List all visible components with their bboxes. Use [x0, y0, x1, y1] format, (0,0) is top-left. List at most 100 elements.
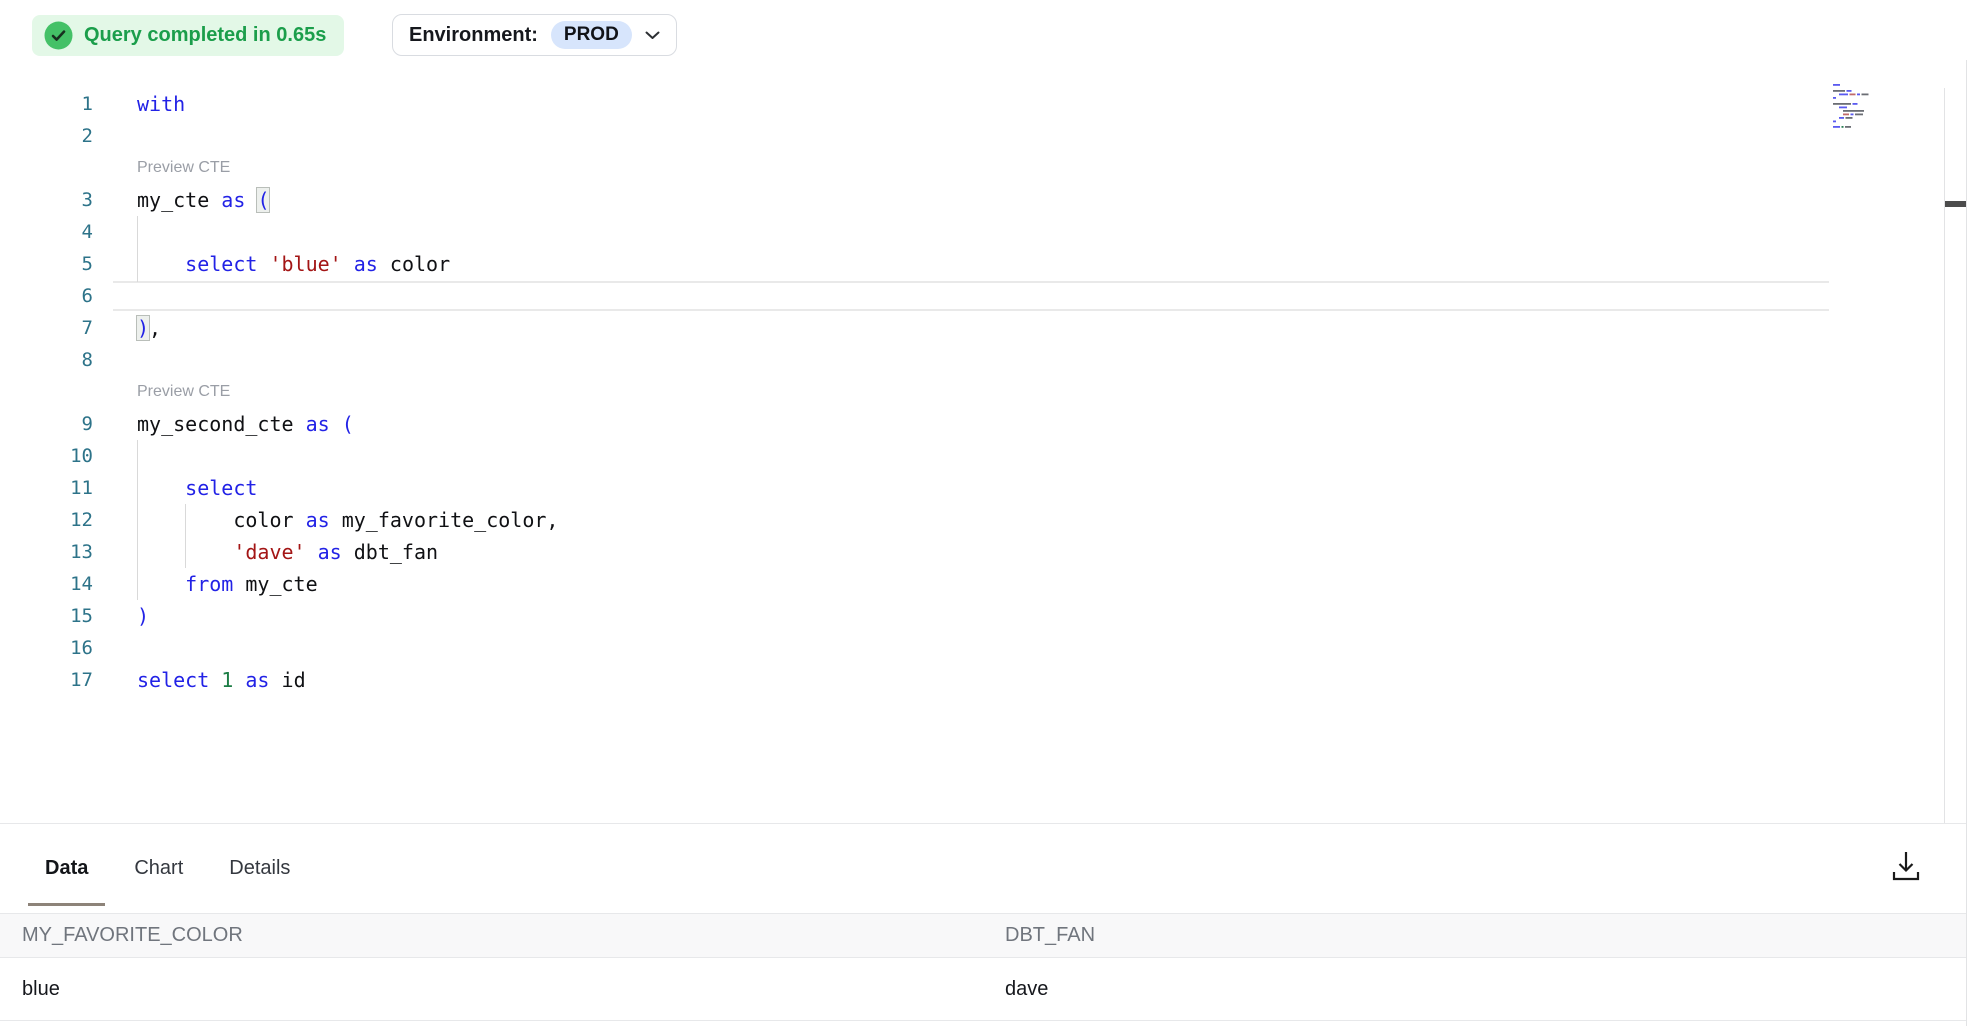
line-number: 5 [0, 248, 93, 280]
code-line[interactable]: 1 with [0, 88, 1944, 120]
results-tabs: Data Chart Details [0, 824, 1966, 913]
code-token: id [269, 668, 305, 692]
line-number: 7 [0, 312, 93, 344]
code-token: my_cte [137, 188, 221, 212]
code-editor[interactable]: 1with2Preview CTE3my_cte as (45 select '… [0, 88, 1944, 696]
status-text: Query completed in 0.65s [84, 24, 326, 47]
preview-cte-button[interactable]: Preview CTE [137, 152, 230, 184]
code-line[interactable]: 4 [0, 216, 1944, 248]
code-token: 'dave' [233, 540, 305, 564]
line-number: 14 [0, 568, 93, 600]
code-line-text: ) [137, 600, 149, 632]
tab-details[interactable]: Details [229, 857, 290, 880]
download-button[interactable] [1886, 846, 1926, 886]
code-line[interactable]: 14 from my_cte [0, 568, 1944, 600]
code-line[interactable]: 5 select 'blue' as color [0, 248, 1944, 280]
code-token [257, 252, 269, 276]
preview-cte-row[interactable]: Preview CTE [0, 152, 1944, 184]
line-number: 16 [0, 632, 93, 664]
code-token [137, 252, 185, 276]
line-number: 17 [0, 664, 93, 696]
line-number: 9 [0, 408, 93, 440]
code-token: my_second_cte [137, 412, 306, 436]
code-token [245, 188, 257, 212]
code-token: 1 [221, 668, 233, 692]
minimap[interactable] [1833, 84, 1879, 128]
cell-my-favorite-color: blue [0, 978, 983, 1001]
code-token: , [149, 316, 161, 340]
line-number: 1 [0, 88, 93, 120]
code-line[interactable]: 7), [0, 312, 1944, 344]
code-token: dbt_fan [342, 540, 438, 564]
line-number: 13 [0, 536, 93, 568]
code-token [209, 668, 221, 692]
column-header-dbt-fan: DBT_FAN [983, 924, 1966, 947]
tab-chart[interactable]: Chart [134, 857, 183, 880]
column-header-my-favorite-color: MY_FAVORITE_COLOR [0, 924, 983, 947]
code-line[interactable]: 8 [0, 344, 1944, 376]
results-header-row: MY_FAVORITE_COLOR DBT_FAN [0, 914, 1966, 958]
code-token [342, 252, 354, 276]
code-line[interactable]: 16 [0, 632, 1944, 664]
scrollbar-thumb[interactable] [1945, 201, 1966, 207]
code-token: ) [137, 604, 149, 628]
code-line[interactable]: 12 color as my_favorite_color, [0, 504, 1944, 536]
code-token [233, 668, 245, 692]
line-number: 2 [0, 120, 93, 152]
code-token: as [306, 412, 330, 436]
code-line-text: with [137, 88, 185, 120]
code-line[interactable]: 11 select [0, 472, 1944, 504]
code-line-text: select 1 as id [137, 664, 306, 696]
code-token: color [378, 252, 450, 276]
code-token [137, 572, 185, 596]
code-line-text: from my_cte [137, 568, 318, 600]
code-token: my_cte [233, 572, 317, 596]
right-panel-divider [1966, 60, 1967, 1026]
code-line[interactable]: 15) [0, 600, 1944, 632]
code-token [330, 412, 342, 436]
code-line[interactable]: 2 [0, 120, 1944, 152]
cell-dbt-fan: dave [983, 978, 1966, 1001]
code-line[interactable]: 9 my_second_cte as ( [0, 408, 1944, 440]
code-token: ( [342, 412, 354, 436]
code-token: select [137, 668, 209, 692]
code-token: as [245, 668, 269, 692]
code-token: color [137, 508, 306, 532]
code-line[interactable]: 17 select 1 as id [0, 664, 1944, 696]
scroll-gutter-divider [1944, 88, 1945, 823]
line-number: 4 [0, 216, 93, 248]
download-icon [1891, 850, 1921, 882]
code-line[interactable]: 6 [0, 280, 1944, 312]
line-number: 10 [0, 440, 93, 472]
indent-guide [137, 216, 138, 282]
environment-selector[interactable]: Environment: PROD [392, 14, 677, 56]
line-number: 11 [0, 472, 93, 504]
code-line-text: ), [137, 312, 161, 344]
indent-guide [185, 504, 186, 568]
code-token: as [318, 540, 342, 564]
preview-cte-button[interactable]: Preview CTE [137, 376, 230, 408]
preview-cte-row[interactable]: Preview CTE [0, 376, 1944, 408]
check-circle-icon [44, 21, 73, 50]
code-line[interactable]: 10 [0, 440, 1944, 472]
code-line-text: color as my_favorite_color, [137, 504, 558, 536]
code-line[interactable]: 13 'dave' as dbt_fan [0, 536, 1944, 568]
line-number: 8 [0, 344, 93, 376]
code-token [137, 476, 185, 500]
code-token: select [185, 252, 257, 276]
code-line[interactable]: 3my_cte as ( [0, 184, 1944, 216]
code-token: with [137, 92, 185, 116]
status-badge: Query completed in 0.65s [32, 15, 344, 56]
line-number: 12 [0, 504, 93, 536]
code-line-text: my_second_cte as ( [137, 408, 354, 440]
code-token: my_favorite_color, [330, 508, 559, 532]
code-line-text: my_cte as ( [137, 184, 269, 216]
line-number: 6 [0, 280, 93, 312]
environment-label: Environment: [409, 24, 538, 47]
code-line-text: 'dave' as dbt_fan [137, 536, 438, 568]
code-token: select [185, 476, 257, 500]
tab-data[interactable]: Data [45, 857, 88, 880]
indent-guide [137, 440, 138, 600]
environment-value-badge: PROD [551, 21, 632, 49]
code-token: 'blue' [269, 252, 341, 276]
